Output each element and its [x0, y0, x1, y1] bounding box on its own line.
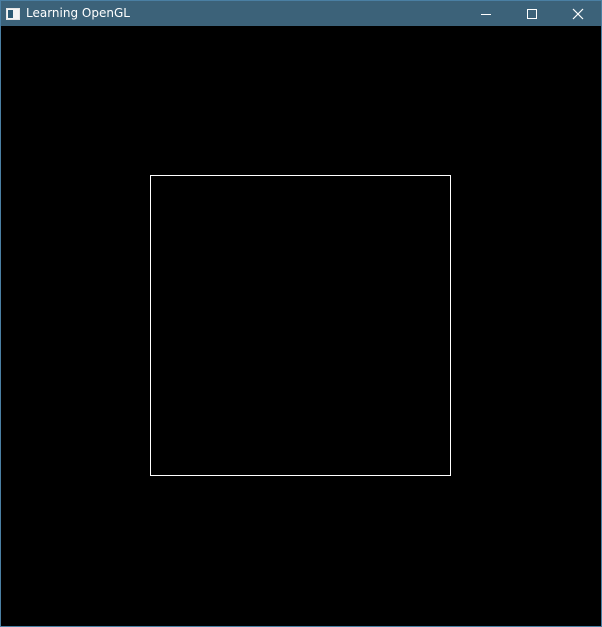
- minimize-icon: [481, 13, 491, 15]
- title-bar[interactable]: Learning OpenGL: [1, 1, 601, 26]
- wireframe-square: [150, 175, 451, 476]
- opengl-viewport[interactable]: [1, 26, 601, 626]
- window-title: Learning OpenGL: [26, 6, 130, 20]
- close-button[interactable]: [555, 1, 601, 26]
- app-window: Learning OpenGL: [0, 0, 602, 627]
- application-window-icon[interactable]: [6, 7, 20, 20]
- minimize-button[interactable]: [463, 1, 509, 26]
- close-icon: [572, 8, 584, 19]
- window-controls: [463, 1, 601, 26]
- maximize-icon: [527, 8, 537, 19]
- maximize-button[interactable]: [509, 1, 555, 26]
